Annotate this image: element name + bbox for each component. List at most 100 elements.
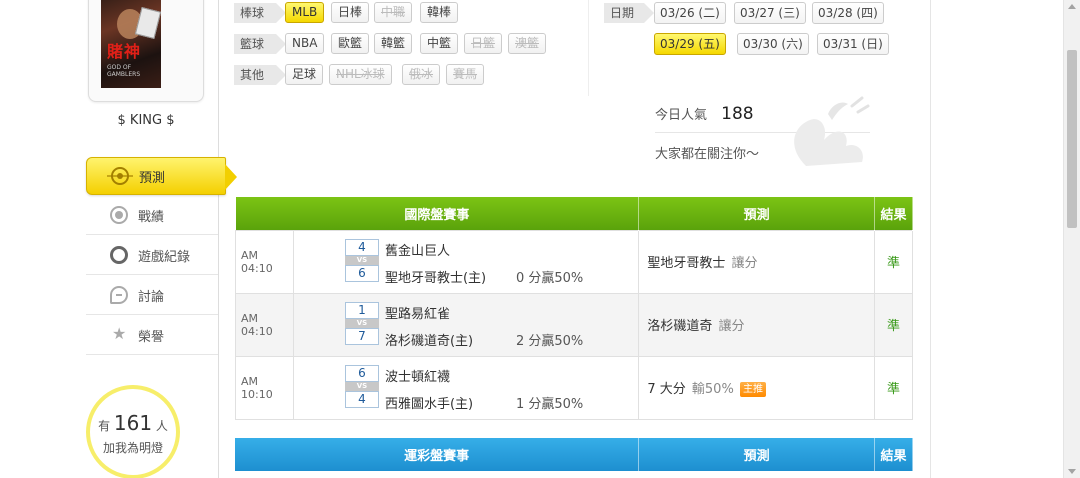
fans-caption: 加我為明燈 [102, 441, 163, 455]
score-home: 6 [344, 264, 379, 282]
scroll-down-icon[interactable] [1068, 469, 1076, 474]
chat-icon [110, 286, 128, 304]
vs-label: VS [344, 255, 379, 265]
target-icon [107, 167, 133, 185]
team-home[interactable]: 洛杉磯道奇(主) [385, 330, 473, 349]
result-cell: 準 [874, 355, 913, 420]
date-0326[interactable]: 03/26 (二) [654, 2, 726, 24]
fans-counter: 有 161 人 加我為明燈 [86, 385, 180, 478]
chip-cpbl: 中職 [374, 2, 413, 23]
score-away: 6 [344, 364, 379, 382]
date-0328[interactable]: 03/28 (四) [812, 2, 884, 24]
content-right-border [930, 0, 931, 478]
prediction-sub: 輸50% [691, 382, 734, 397]
filter-divider [588, 0, 589, 96]
score-board: 4 VS 6 [344, 238, 379, 282]
team-home[interactable]: 聖地牙哥教士(主) [385, 267, 486, 286]
popularity-label: 今日人氣 [655, 108, 708, 123]
chip-npb[interactable]: 日棒 [331, 2, 370, 23]
handicap: 0 分贏50% [515, 270, 584, 286]
prediction-sub: 讓分 [718, 319, 745, 334]
table-row: AM 10:10 6 VS 4 波士頓紅襪 西雅圖水手(主) 1 分贏50% 7… [235, 355, 913, 420]
chip-khl: 俄冰 [402, 64, 441, 85]
vs-label: VS [344, 381, 379, 391]
score-home: 7 [344, 327, 379, 345]
result-cell: 準 [874, 292, 913, 357]
team-home[interactable]: 西雅圖水手(主) [385, 393, 473, 412]
avatar[interactable]: 賭神 GOD OF GAMBLERS [101, 0, 161, 88]
sidebar-item-discuss[interactable]: 討論 [86, 276, 218, 315]
sidebar-item-label: 榮譽 [138, 329, 165, 345]
match-cell: 1 VS 7 聖路易紅雀 洛杉磯道奇(主) 2 分贏50% [292, 292, 640, 357]
sidebar-item-label: 遊戲紀錄 [138, 249, 191, 265]
score-board: 1 VS 7 [344, 301, 379, 345]
popularity-stat: 今日人氣 188 [655, 104, 754, 124]
game-time: AM 10:10 [235, 355, 294, 420]
score-board: 6 VS 4 [344, 364, 379, 408]
col-header-prediction: 預測 [638, 197, 876, 230]
category-basketball: 籃球 [234, 34, 286, 54]
date-0330[interactable]: 03/30 (六) [737, 33, 809, 55]
match-cell: 4 VS 6 舊金山巨人 聖地牙哥教士(主) 0 分贏50% [292, 229, 640, 294]
vertical-scrollbar[interactable] [1063, 0, 1080, 478]
avatar-card: 賭神 GOD OF GAMBLERS [88, 0, 204, 102]
username: $ KING $ [117, 113, 175, 128]
col-header-event: 國際盤賽事 [235, 197, 640, 230]
fans-suffix: 人 [155, 419, 168, 433]
prediction-cell: 洛杉磯道奇 讓分 [638, 292, 876, 357]
vs-label: VS [344, 318, 379, 328]
international-table: 國際盤賽事 預測 結果 AM 04:10 4 VS 6 舊金山巨人 聖地牙哥教士… [235, 197, 913, 420]
sidebar-item-predict[interactable]: 預測 [86, 157, 237, 195]
col-header-prediction: 預測 [638, 438, 875, 471]
chip-aus-bball: 澳籃 [508, 33, 547, 54]
col-header-result: 結果 [874, 438, 913, 471]
chip-euro-bball[interactable]: 歐籃 [331, 33, 370, 54]
chip-soccer[interactable]: 足球 [285, 64, 324, 85]
team-away[interactable]: 聖路易紅雀 [385, 303, 450, 322]
category-baseball: 棒球 [234, 3, 286, 23]
chip-mlb[interactable]: MLB [285, 2, 325, 23]
sidebar-item-game-log[interactable]: 遊戲紀錄 [86, 236, 218, 275]
team-away[interactable]: 波士頓紅襪 [385, 366, 450, 385]
sidebar-item-honor[interactable]: 榮譽 [86, 316, 218, 355]
lottery-table: 運彩盤賽事 預測 結果 [235, 438, 913, 471]
chip-nhl: NHL冰球 [329, 64, 392, 85]
avatar-cards [134, 6, 161, 40]
sidebar-item-label: 討論 [138, 289, 165, 305]
team-away[interactable]: 舊金山巨人 [385, 240, 450, 259]
chip-nba[interactable]: NBA [285, 33, 325, 54]
date-0327[interactable]: 03/27 (三) [734, 2, 806, 24]
scroll-up-icon[interactable] [1068, 4, 1076, 9]
score-home: 4 [344, 390, 379, 408]
score-away: 1 [344, 301, 379, 319]
handicap: 1 分贏50% [515, 396, 584, 412]
match-cell: 6 VS 4 波士頓紅襪 西雅圖水手(主) 1 分贏50% [292, 355, 640, 420]
active-arrow [225, 164, 237, 190]
ring-icon [110, 246, 128, 264]
fans-prefix: 有 [98, 419, 111, 433]
date-0329[interactable]: 03/29 (五) [654, 33, 726, 55]
sidebar-divider [218, 0, 219, 478]
col-header-event: 運彩盤賽事 [235, 438, 640, 471]
handicap: 2 分贏50% [515, 333, 584, 349]
date-0331[interactable]: 03/31 (日) [817, 33, 889, 55]
score-away: 4 [344, 238, 379, 256]
prediction-sub: 讓分 [731, 256, 758, 271]
record-icon [110, 206, 128, 224]
prediction-cell: 7 大分 輸50% 主推 [638, 355, 876, 420]
chip-horse-racing: 賽馬 [446, 64, 485, 85]
table-row: AM 04:10 4 VS 6 舊金山巨人 聖地牙哥教士(主) 0 分贏50% … [235, 229, 913, 294]
chip-kbo[interactable]: 韓棒 [420, 2, 459, 23]
sidebar-item-label: 預測 [139, 170, 166, 186]
chip-china-bball[interactable]: 中籃 [420, 33, 459, 54]
featured-badge: 主推 [739, 382, 766, 397]
prediction-cell: 聖地牙哥教士 讓分 [638, 229, 876, 294]
sidebar-item-record[interactable]: 戰績 [86, 196, 218, 235]
scroll-thumb[interactable] [1067, 50, 1077, 228]
avatar-title: 賭神 [107, 42, 142, 61]
prediction-main: 聖地牙哥教士 [647, 256, 726, 271]
decorative-leaf-icon [794, 96, 870, 166]
prediction-main: 7 大分 [647, 382, 686, 397]
chip-korea-bball[interactable]: 韓籃 [374, 33, 413, 54]
category-date: 日期 [604, 3, 654, 23]
